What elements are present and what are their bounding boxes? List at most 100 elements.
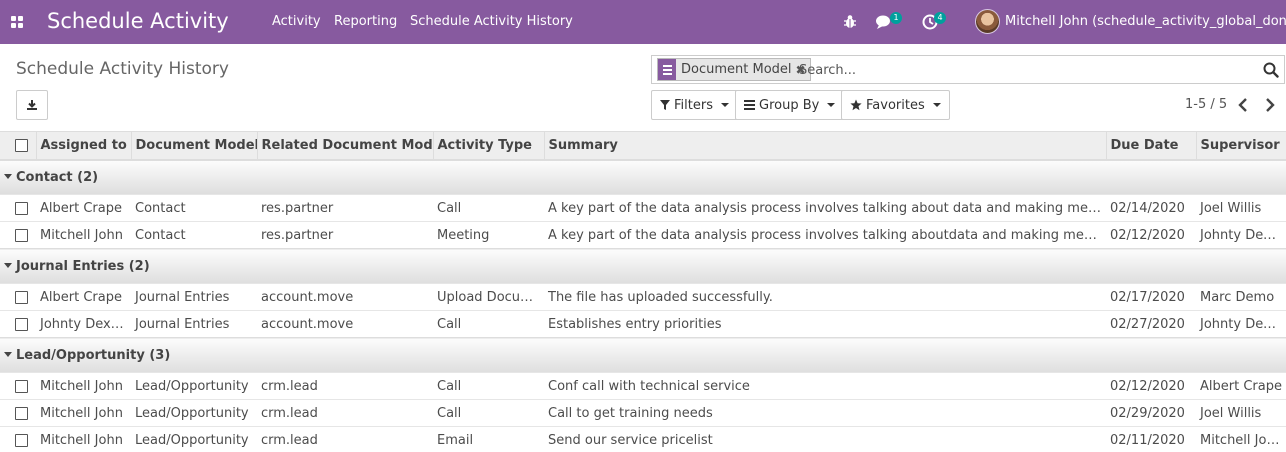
- user-avatar[interactable]: [975, 9, 1000, 34]
- cell-activity-type: Upload Document: [433, 283, 544, 311]
- row-select-cell: [0, 194, 36, 222]
- cell-supervisor: Joel Willis: [1196, 399, 1286, 427]
- row-select-cell: [0, 372, 36, 400]
- row-checkbox[interactable]: [15, 228, 28, 242]
- column-header-summary[interactable]: Summary: [543, 131, 1106, 161]
- cell-assigned-to: Mitchell John: [36, 426, 131, 452]
- cell-activity-type: Call: [433, 372, 544, 400]
- filter-icon: [660, 100, 670, 110]
- activities-count-badge: 4: [934, 12, 946, 24]
- row-checkbox[interactable]: [15, 201, 28, 215]
- page-title: Schedule Activity History: [16, 59, 229, 79]
- bug-icon[interactable]: [840, 12, 860, 32]
- table-row[interactable]: Johnty Dexter Journal Entries account.move…: [0, 310, 1286, 338]
- activity-history-table: Assigned to Document Model Related Docum…: [0, 131, 1286, 452]
- cell-due-date: 02/14/2020: [1106, 194, 1196, 222]
- cell-activity-type: Call: [433, 194, 544, 222]
- cell-supervisor: Mitchell John: [1196, 426, 1286, 452]
- cell-summary: Conf call with technical service: [544, 372, 1106, 400]
- group-by-label: Group By: [759, 97, 820, 113]
- cell-document-model: Lead/Opportunity: [131, 372, 257, 400]
- cell-due-date: 02/12/2020: [1106, 372, 1196, 400]
- cell-assigned-to: Johnty Dexter: [36, 310, 131, 338]
- column-header-assigned-to[interactable]: Assigned to: [35, 131, 131, 161]
- row-select-cell: [0, 221, 36, 249]
- app-brand[interactable]: Schedule Activity: [47, 7, 229, 35]
- group-row[interactable]: Lead/Opportunity (3): [0, 337, 1286, 373]
- pager-value[interactable]: 1-5 / 5: [1185, 97, 1227, 112]
- cell-document-model: Contact: [131, 194, 257, 222]
- favorites-button[interactable]: Favorites: [841, 90, 950, 120]
- group-cell: Lead/Opportunity (3): [0, 337, 1286, 373]
- cell-document-model: Journal Entries: [131, 283, 257, 311]
- cell-document-model: Journal Entries: [131, 310, 257, 338]
- table-row[interactable]: Mitchell John Lead/Opportunity crm.lead Cal…: [0, 372, 1286, 400]
- caret-down-icon: [4, 262, 12, 268]
- group-by-button[interactable]: Group By: [735, 90, 845, 120]
- row-select-cell: [0, 283, 36, 311]
- cell-assigned-to: Mitchell John: [36, 372, 131, 400]
- column-header-supervisor[interactable]: Supervisor: [1195, 131, 1286, 161]
- table-row[interactable]: Albert Crape Contact res.partner Call A key …: [0, 194, 1286, 222]
- row-checkbox[interactable]: [15, 433, 28, 447]
- table-row[interactable]: Mitchell John Contact res.partner Meeting A …: [0, 221, 1286, 249]
- menu-activity[interactable]: Activity: [272, 14, 321, 30]
- row-checkbox[interactable]: [15, 290, 28, 304]
- pager-previous-icon[interactable]: [1236, 96, 1250, 114]
- column-header-document-model[interactable]: Document Model: [130, 131, 257, 161]
- cell-supervisor: Joel Willis: [1196, 194, 1286, 222]
- table-header-row: Assigned to Document Model Related Docum…: [0, 131, 1286, 161]
- table-row[interactable]: Albert Crape Journal Entries account.move U…: [0, 283, 1286, 311]
- cell-supervisor: Albert Crape: [1196, 372, 1286, 400]
- caret-down-icon: [4, 351, 12, 357]
- column-header-due-date[interactable]: Due Date: [1105, 131, 1196, 161]
- cell-related-model: crm.lead: [257, 399, 433, 427]
- menu-schedule-activity-history[interactable]: Schedule Activity History: [410, 14, 573, 30]
- cell-activity-type: Call: [433, 399, 544, 427]
- cell-assigned-to: Mitchell John: [36, 399, 131, 427]
- apps-menu-icon[interactable]: [11, 16, 23, 28]
- group-label: Lead/Opportunity (3): [16, 347, 171, 363]
- cell-due-date: 02/27/2020: [1106, 310, 1196, 338]
- row-checkbox[interactable]: [15, 317, 28, 331]
- select-all-checkbox[interactable]: [15, 138, 28, 152]
- filters-button[interactable]: Filters: [651, 90, 738, 120]
- favorites-label: Favorites: [866, 97, 925, 113]
- row-checkbox[interactable]: [15, 379, 28, 393]
- cell-due-date: 02/29/2020: [1106, 399, 1196, 427]
- cell-summary: Send our service pricelist: [544, 426, 1106, 452]
- filters-label: Filters: [674, 97, 713, 113]
- download-icon: [27, 100, 37, 110]
- messages-count-badge: 1: [890, 12, 902, 24]
- row-checkbox[interactable]: [15, 406, 28, 420]
- search-input[interactable]: [799, 60, 1249, 80]
- user-menu-name[interactable]: Mitchell John (schedule_activity_global_…: [1005, 14, 1286, 30]
- cell-document-model: Lead/Opportunity: [131, 426, 257, 452]
- cell-activity-type: Call: [433, 310, 544, 338]
- cell-assigned-to: Albert Crape: [36, 194, 131, 222]
- group-row[interactable]: Contact (2): [0, 159, 1286, 195]
- search-bar: Document Model ✖: [651, 55, 1285, 84]
- cell-due-date: 02/17/2020: [1106, 283, 1196, 311]
- pager-next-icon[interactable]: [1263, 96, 1277, 114]
- cell-summary: Call to get training needs: [544, 399, 1106, 427]
- table-row[interactable]: Mitchell John Lead/Opportunity crm.lead Ema…: [0, 426, 1286, 452]
- cell-summary: The file has uploaded successfully.: [544, 283, 1106, 311]
- cell-related-model: crm.lead: [257, 372, 433, 400]
- export-button[interactable]: [16, 90, 48, 120]
- column-header-related-model[interactable]: Related Document Model: [256, 131, 433, 161]
- cell-activity-type: Email: [433, 426, 544, 452]
- search-icon[interactable]: [1263, 62, 1279, 78]
- cell-assigned-to: Mitchell John: [36, 221, 131, 249]
- menu-reporting[interactable]: Reporting: [334, 14, 397, 30]
- group-cell: Journal Entries (2): [0, 248, 1286, 284]
- group-row[interactable]: Journal Entries (2): [0, 248, 1286, 284]
- cell-supervisor: Johnty Dexter: [1196, 310, 1286, 338]
- cell-document-model: Lead/Opportunity: [131, 399, 257, 427]
- column-header-activity-type[interactable]: Activity Type: [432, 131, 544, 161]
- cell-supervisor: Johnty Dexter: [1196, 221, 1286, 249]
- group-cell: Contact (2): [0, 159, 1286, 195]
- group-label: Journal Entries (2): [16, 258, 150, 274]
- cell-due-date: 02/12/2020: [1106, 221, 1196, 249]
- table-row[interactable]: Mitchell John Lead/Opportunity crm.lead Cal…: [0, 399, 1286, 427]
